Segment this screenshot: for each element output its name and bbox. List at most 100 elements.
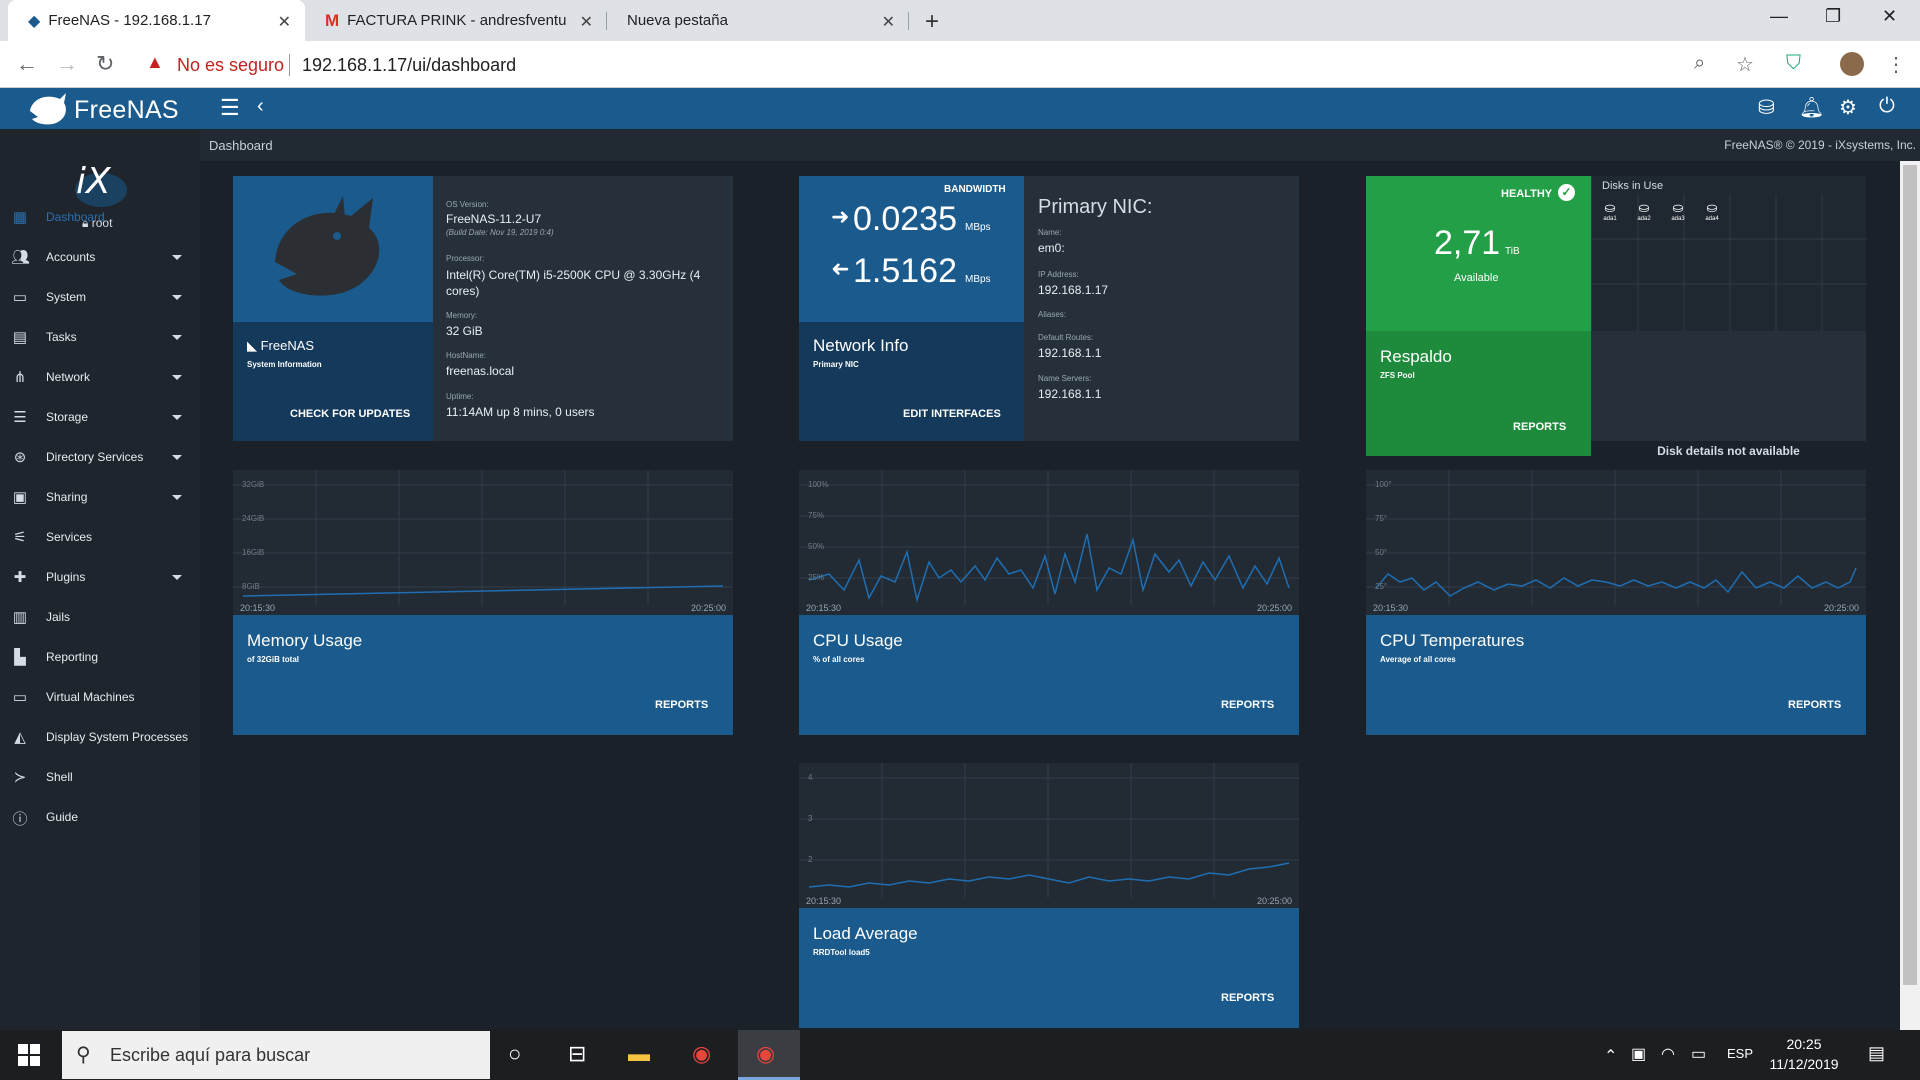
dns-label: Name Servers: [1038, 374, 1092, 383]
os-version: FreeNAS-11.2-U7 [446, 212, 542, 226]
gear-icon[interactable]: ⚙ [1839, 95, 1857, 120]
reports-button[interactable]: REPORTS [1221, 992, 1274, 1004]
hamburger-menu-icon[interactable]: ☰ [220, 95, 240, 121]
sidebar-item-services[interactable]: ⚟ Services [0, 519, 200, 559]
wifi-icon[interactable]: ◠ [1661, 1044, 1675, 1064]
check-updates-button[interactable]: CHECK FOR UPDATES [290, 408, 410, 420]
extension-shield-icon[interactable]: ⛉ [1786, 52, 1801, 75]
tab-new[interactable]: Nueva pestaña ✕ [607, 0, 909, 41]
disk-icon: ⛀ [1604, 200, 1616, 215]
primary-nic-title: Primary NIC: [1038, 196, 1153, 218]
notifications-icon[interactable]: ▤ [1868, 1043, 1885, 1064]
reports-button[interactable]: REPORTS [1788, 699, 1841, 711]
sidebar-item-network[interactable]: ⋔ Network [0, 359, 200, 399]
reports-button[interactable]: REPORTS [655, 699, 708, 711]
temp-chart-svg [1366, 470, 1866, 605]
search-input[interactable]: Escribe aquí para buscar [110, 1045, 310, 1066]
zoom-icon[interactable]: ⌕ [1694, 52, 1705, 75]
collapse-chevron-icon[interactable]: ‹ [257, 95, 264, 118]
windows-taskbar: ⚲ Escribe aquí para buscar ○ ⊟ ▬ ◉ ◉ ⌃ ▣… [0, 1030, 1920, 1080]
sidebar-item-label: Plugins [46, 570, 86, 584]
sidebar-item-label: Directory Services [46, 450, 144, 464]
profile-avatar[interactable] [1840, 52, 1864, 76]
clock-date[interactable]: 11/12/2019 [1764, 1056, 1844, 1072]
disk-item[interactable]: ⛀ ada2 [1634, 200, 1654, 222]
network-subtitle: Primary NIC [813, 360, 859, 369]
close-icon[interactable]: ✕ [278, 12, 291, 32]
tab-title: FACTURA PRINK - andresfventura [347, 12, 568, 29]
bookmark-star-icon[interactable]: ☆ [1736, 52, 1754, 77]
disk-item[interactable]: ⛀ ada1 [1600, 200, 1620, 222]
close-icon[interactable]: ✕ [580, 12, 593, 32]
reload-icon[interactable]: ↻ [96, 51, 114, 77]
reports-button[interactable]: REPORTS [1221, 699, 1274, 711]
not-secure-label[interactable]: No es seguro [177, 55, 284, 76]
bell-icon[interactable]: 🔔︎ [1799, 95, 1824, 120]
power-icon[interactable]: ⏻ [1879, 95, 1895, 118]
chrome-icon[interactable]: ◉ [692, 1041, 711, 1067]
new-tab-plus-icon[interactable]: + [925, 8, 939, 36]
sidebar-item-virtual-machines[interactable]: ▭ Virtual Machines [0, 679, 200, 719]
tray-app-icon[interactable]: ▣ [1631, 1044, 1646, 1064]
forward-arrow-icon[interactable]: → [56, 51, 78, 77]
search-icon: ⚲ [76, 1044, 91, 1066]
processor-label: Processor: [446, 254, 485, 263]
sidebar-item-dashboard[interactable]: ▦ Dashboard [0, 199, 200, 239]
sidebar-item-tasks[interactable]: ▤ Tasks [0, 319, 200, 359]
sidebar-item-reporting[interactable]: ▙ Reporting [0, 639, 200, 679]
sidebar-item-jails[interactable]: ▥ Jails [0, 599, 200, 639]
y-tick-label: 3 [808, 814, 813, 823]
clock-time[interactable]: 20:25 [1768, 1036, 1840, 1052]
dashboard-icon: ▦ [12, 209, 28, 226]
chevron-up-icon[interactable]: ⌃ [1604, 1046, 1617, 1066]
sidebar-item-sharing[interactable]: ▣ Sharing [0, 479, 200, 519]
scrollbar-thumb[interactable] [1903, 165, 1917, 985]
window-close-icon[interactable]: ✕ [1882, 6, 1897, 27]
temp-footer: CPU Temperatures Average of all cores RE… [1366, 615, 1866, 735]
disks-grid: Disks in Use ⛀ ada1 ⛀ ada2 ⛀ ada3 ⛀ ada4 [1591, 176, 1867, 331]
sidebar-item-storage[interactable]: ☰ Storage [0, 399, 200, 439]
close-icon[interactable]: ✕ [882, 12, 895, 32]
freenas-favicon-icon: ◆ [28, 12, 41, 30]
sidebar-item-system[interactable]: ▭ System [0, 279, 200, 319]
sidebar-item-directory-services[interactable]: ⊛ Directory Services [0, 439, 200, 479]
minimize-icon[interactable]: — [1770, 6, 1788, 27]
battery-icon[interactable]: ▭ [1691, 1044, 1706, 1064]
tab-freenas[interactable]: ◆ FreeNAS - 192.168.1.17 ✕ [8, 0, 305, 41]
nic-name-value: em0: [1038, 241, 1065, 255]
app-logo-text[interactable]: FreeNAS [74, 96, 179, 125]
sidebar-item-display-system-processes[interactable]: ◭ Display System Processes [0, 719, 200, 759]
x-tick-label: 20:25:00 [691, 603, 727, 613]
edit-interfaces-button[interactable]: EDIT INTERFACES [903, 408, 1001, 420]
sidebar-item-guide[interactable]: ⓘ Guide [0, 799, 200, 839]
tab-gmail[interactable]: M FACTURA PRINK - andresfventura ✕ [305, 0, 607, 41]
sidebar-item-accounts[interactable]: 👥︎ Accounts [0, 239, 200, 279]
task-manager-icon[interactable]: ⛁ [1758, 95, 1775, 120]
pool-reports-button[interactable]: REPORTS [1513, 421, 1566, 433]
menu-dots-icon[interactable]: ⋮ [1886, 52, 1906, 77]
warning-icon[interactable]: ▲ [146, 52, 164, 73]
vm-icon: ▭ [12, 689, 28, 706]
sidebar-item-label: Display System Processes [46, 730, 189, 744]
reporting-icon: ▙ [14, 649, 26, 666]
y-tick-label: 16GiB [242, 548, 265, 557]
sidebar-item-shell[interactable]: ≻ Shell [0, 759, 200, 799]
sidebar-item-plugins[interactable]: ✚ Plugins [0, 559, 200, 599]
disk-item[interactable]: ⛀ ada3 [1668, 200, 1688, 222]
cortana-icon[interactable]: ○ [508, 1041, 521, 1067]
taskbar-search-box[interactable]: ⚲ Escribe aquí para buscar [62, 1031, 490, 1079]
disk-item[interactable]: ⛀ ada4 [1702, 200, 1722, 222]
chrome-active-app[interactable]: ◉ [738, 1030, 800, 1080]
url-input[interactable]: 192.168.1.17/ui/dashboard [302, 55, 516, 76]
restore-icon[interactable]: ❐ [1825, 6, 1841, 27]
cpu-chart: 100% 75% 50% 25% 20:15:30 20:25:00 [799, 470, 1299, 615]
language-indicator[interactable]: ESP [1727, 1046, 1753, 1061]
uptime-value: 11:14AM up 8 mins, 0 users [446, 405, 595, 419]
cpu-footer: CPU Usage % of all cores REPORTS [799, 615, 1299, 735]
back-arrow-icon[interactable]: ← [16, 51, 38, 77]
task-view-icon[interactable]: ⊟ [568, 1041, 586, 1067]
windows-start-icon[interactable] [18, 1044, 40, 1066]
memory-chart: 32GiB 24GiB 16GiB 8GiB 20:15:30 20:25:00 [233, 470, 733, 615]
address-bar-row: ← → ↻ ▲ No es seguro 192.168.1.17/ui/das… [0, 41, 1920, 88]
file-explorer-icon[interactable]: ▬ [628, 1041, 650, 1067]
